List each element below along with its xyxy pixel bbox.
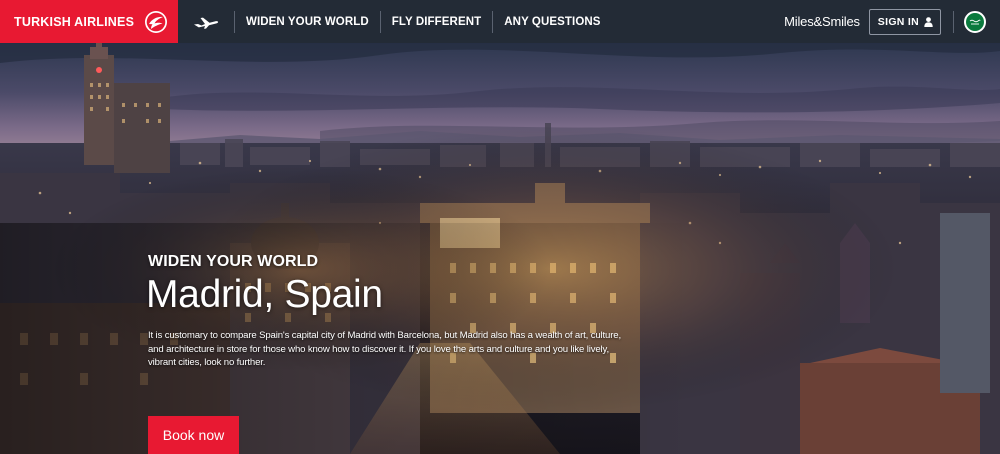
user-icon [924,16,933,27]
brand-name: TURKISH AIRLINES [14,14,135,29]
hero-content: WIDEN YOUR WORLD Madrid, Spain It is cus… [146,253,638,370]
brand-logo-link[interactable]: TURKISH AIRLINES [0,0,178,43]
nav-fly-different[interactable]: FLY DIFFERENT [381,16,492,28]
sign-in-button[interactable]: SIGN IN [868,8,941,35]
hero-section: WIDEN YOUR WORLD Madrid, Spain It is cus… [0,43,1000,454]
hero-title: Madrid, Spain [146,273,383,316]
header-actions: Miles&Smiles SIGN IN [784,8,1000,35]
airplane-icon [194,17,219,29]
header-divider [953,10,954,33]
nav-any-questions[interactable]: ANY QUESTIONS [493,16,611,28]
saudi-arabia-flag-icon[interactable] [964,10,986,33]
flag-emblem [969,19,981,24]
sign-in-label: SIGN IN [877,15,919,28]
page: TURKISH AIRLINES WIDEN YOUR WORLD FLY DI… [0,0,1000,454]
top-nav-bar: TURKISH AIRLINES WIDEN YOUR WORLD FLY DI… [0,0,1000,43]
nav-widen-your-world[interactable]: WIDEN YOUR WORLD [235,16,380,28]
hero-eyebrow: WIDEN YOUR WORLD [148,253,319,270]
airplane-icon-link[interactable] [178,0,234,43]
book-now-button[interactable]: Book now [148,416,239,454]
miles-and-smiles-link[interactable]: Miles&Smiles [784,14,860,29]
madrid-night-cityscape-image [0,43,1000,454]
hero-description: It is customary to compare Spain's capit… [148,330,621,369]
turkish-airlines-logo-icon [145,10,167,33]
